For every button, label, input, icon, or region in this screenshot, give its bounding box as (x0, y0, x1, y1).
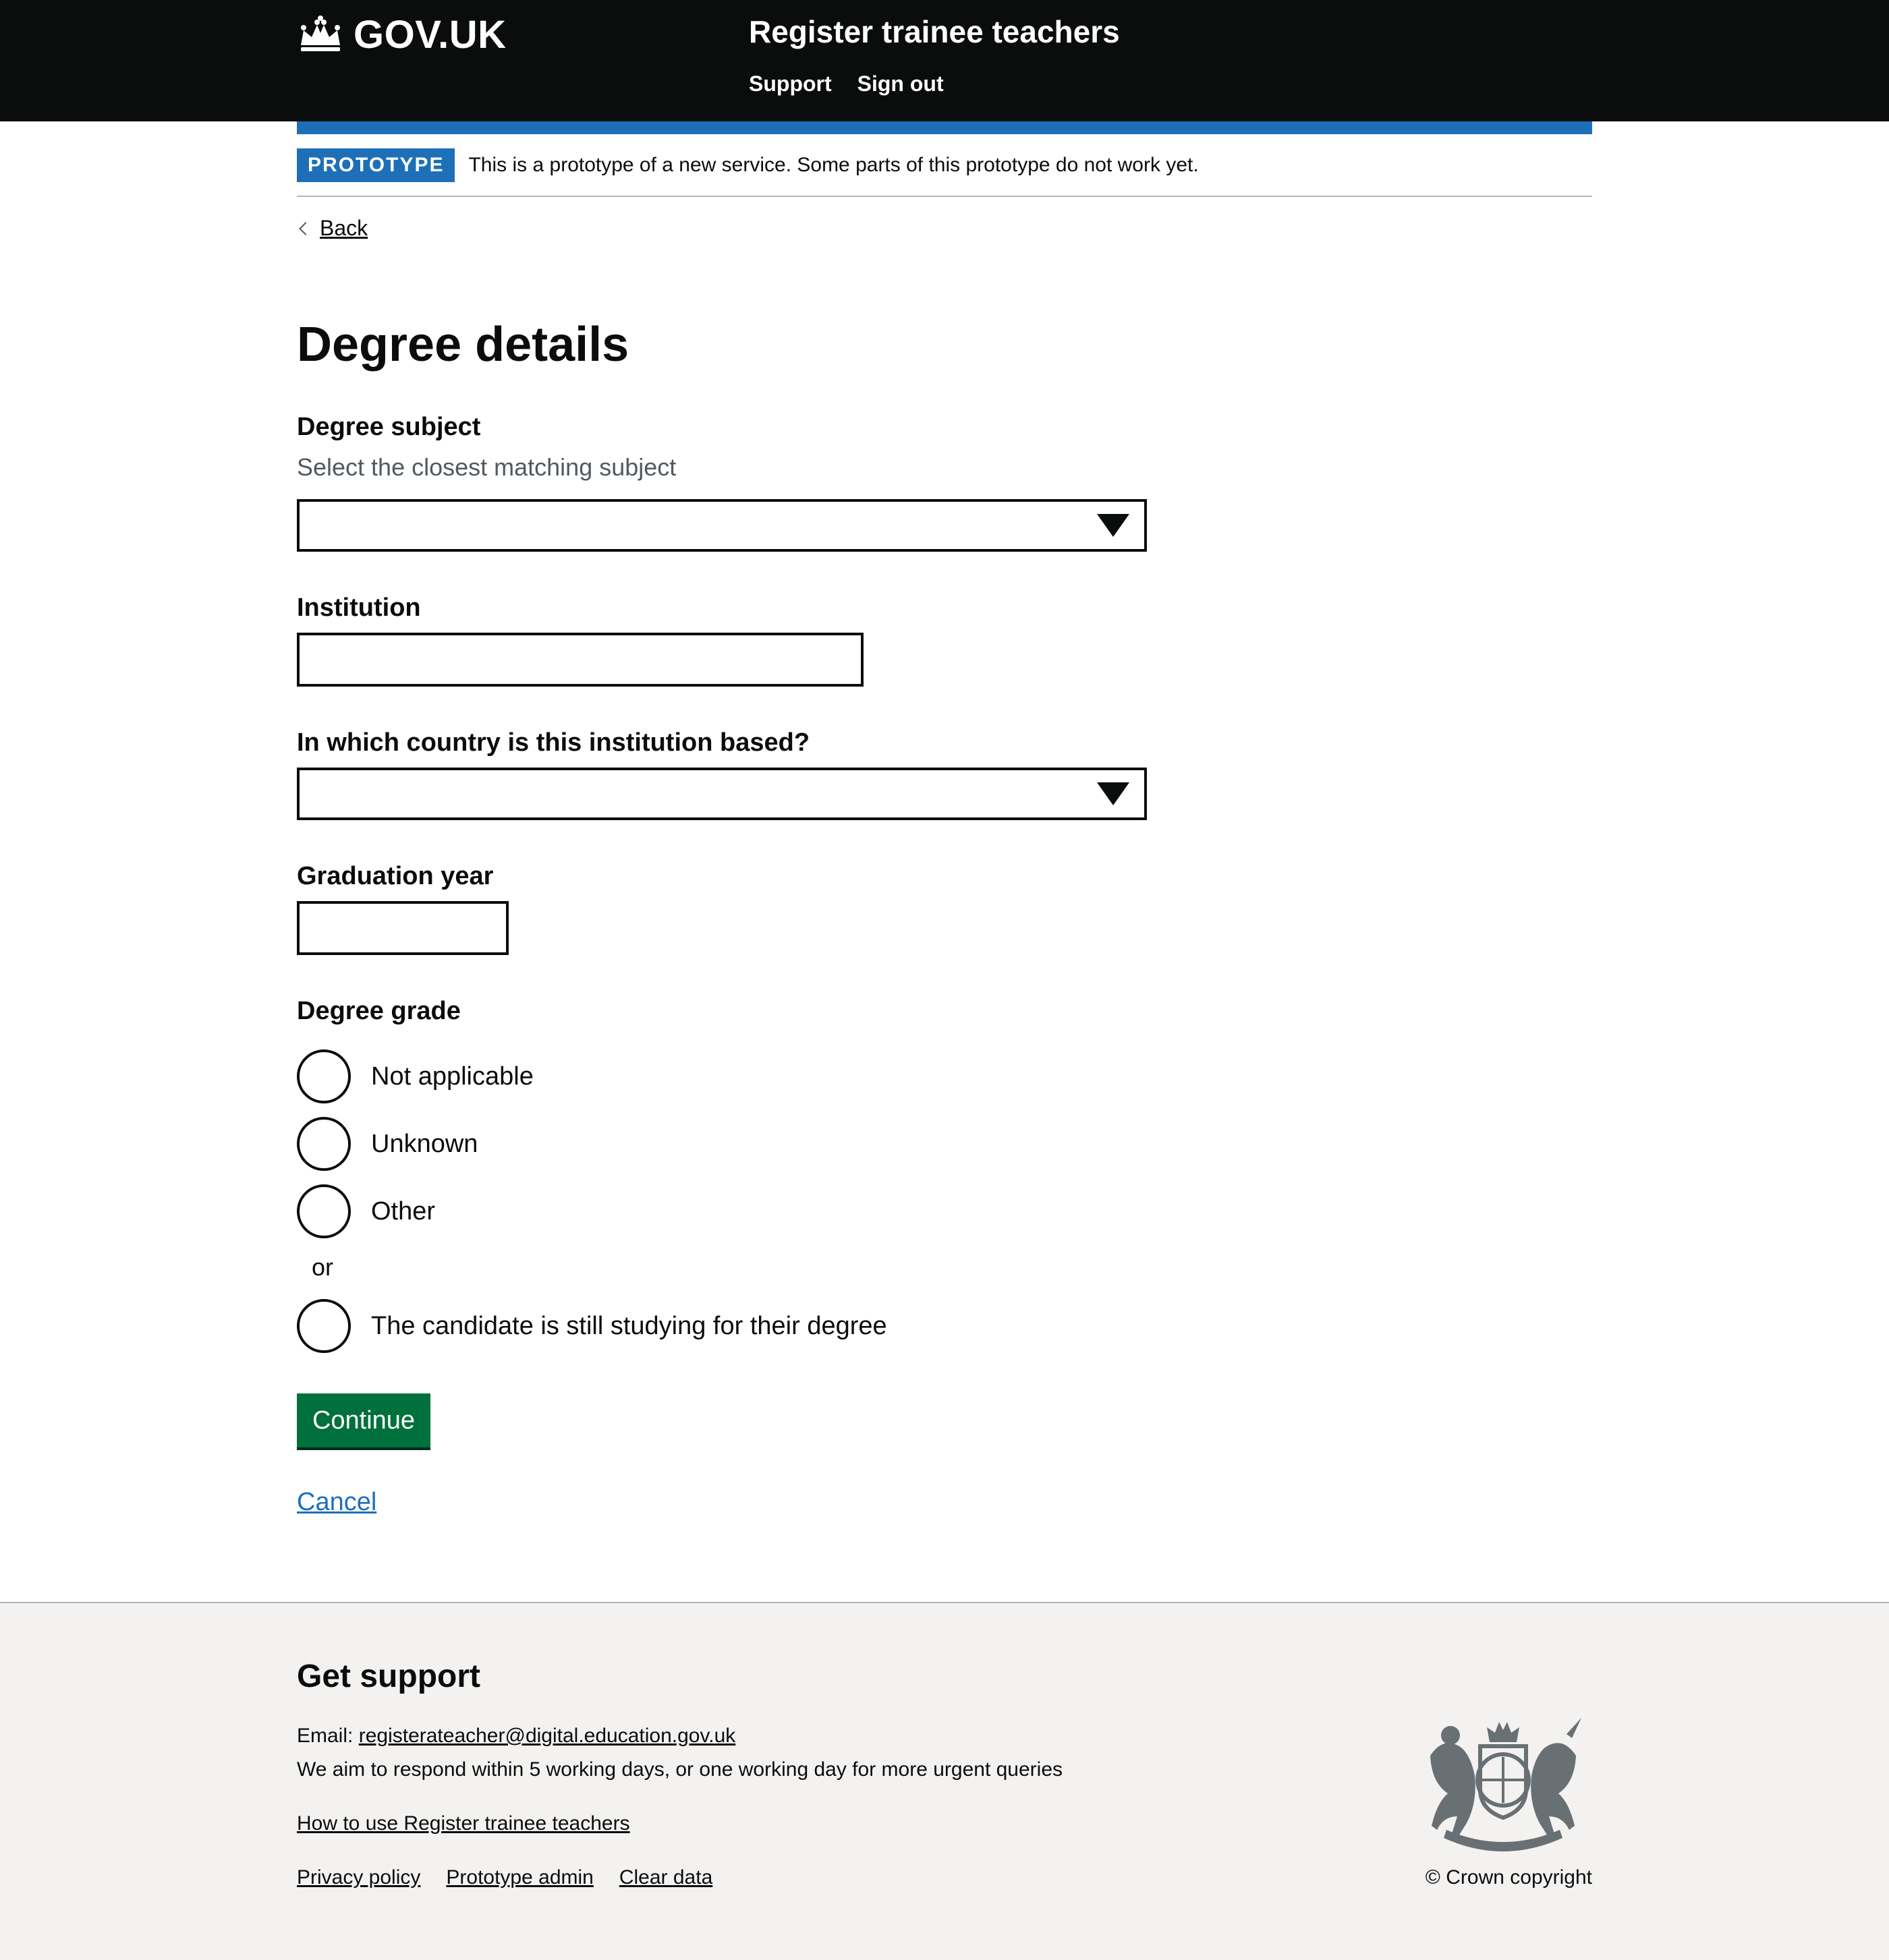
phase-tag: PROTOTYPE (297, 148, 455, 182)
radio-label[interactable]: Other (371, 1197, 435, 1226)
degree-subject-label: Degree subject (297, 413, 481, 441)
degree-grade-label: Degree grade (297, 997, 461, 1025)
graduation-year-label: Graduation year (297, 862, 494, 890)
country-select[interactable] (297, 768, 1147, 820)
cancel-link[interactable]: Cancel (297, 1488, 376, 1517)
continue-button[interactable]: Continue (297, 1393, 430, 1447)
royal-crest-icon (1430, 1718, 1581, 1851)
footer-privacy-policy-link[interactable]: Privacy policy (297, 1866, 420, 1889)
back-link-container: Back (297, 216, 368, 241)
phase-banner: PROTOTYPE This is a prototype of a new s… (297, 148, 1592, 197)
radio-circle[interactable] (297, 1049, 351, 1103)
radio-circle[interactable] (297, 1184, 351, 1238)
radio-unknown[interactable]: Unknown (297, 1117, 478, 1171)
footer: Get support Email: registerateacher@digi… (0, 1602, 1889, 1960)
radio-circle[interactable] (297, 1299, 351, 1353)
country-label: In which country is this institution bas… (297, 728, 810, 757)
footer-email-line: Email: registerateacher@digital.educatio… (297, 1725, 735, 1748)
crown-icon (301, 16, 340, 51)
degree-subject-hint: Select the closest matching subject (297, 453, 677, 481)
footer-title: Get support (297, 1659, 480, 1694)
radio-label[interactable]: The candidate is still studying for thei… (371, 1312, 887, 1341)
footer-clear-data-link[interactable]: Clear data (619, 1866, 712, 1889)
header-blue-bar (297, 121, 1592, 134)
phase-banner-text: This is a prototype of a new service. So… (468, 154, 1199, 176)
radio-still-studying[interactable]: The candidate is still studying for thei… (297, 1299, 887, 1353)
footer-email-label: Email: (297, 1725, 354, 1747)
radio-or-divider: or (312, 1253, 334, 1281)
radio-not-applicable[interactable]: Not applicable (297, 1049, 534, 1103)
radio-label[interactable]: Not applicable (371, 1062, 534, 1091)
crown-copyright: © Crown copyright (1425, 1866, 1592, 1889)
radio-label[interactable]: Unknown (371, 1130, 478, 1159)
degree-subject-select[interactable] (297, 499, 1147, 552)
back-link[interactable]: Back (320, 216, 368, 241)
select-arrow-icon (1097, 514, 1129, 537)
institution-input[interactable] (297, 633, 864, 687)
footer-how-to-use-link[interactable]: How to use Register trainee teachers (297, 1812, 630, 1835)
footer-email-link[interactable]: registerateacher@digital.education.gov.u… (359, 1725, 736, 1747)
govuk-logo-text: GOV.UK (354, 12, 507, 57)
header: GOV.UK Register trainee teachers Support… (0, 0, 1889, 121)
footer-links: Privacy policy Prototype admin Clear dat… (297, 1866, 712, 1889)
footer-prototype-admin-link[interactable]: Prototype admin (446, 1866, 593, 1889)
service-name[interactable]: Register trainee teachers (749, 13, 1120, 50)
footer-response-time: We aim to respond within 5 working days,… (297, 1758, 1063, 1781)
institution-label: Institution (297, 594, 421, 622)
nav-sign-out-link[interactable]: Sign out (857, 71, 944, 96)
nav-support-link[interactable]: Support (749, 71, 832, 96)
chevron-left-icon (299, 221, 312, 235)
govuk-logo-link[interactable]: GOV.UK (297, 11, 506, 58)
page-title: Degree details (297, 318, 629, 372)
radio-circle[interactable] (297, 1117, 351, 1171)
select-arrow-icon (1097, 782, 1129, 805)
header-nav: Support Sign out (749, 71, 944, 96)
radio-other[interactable]: Other (297, 1184, 435, 1238)
graduation-year-input[interactable] (297, 901, 509, 955)
